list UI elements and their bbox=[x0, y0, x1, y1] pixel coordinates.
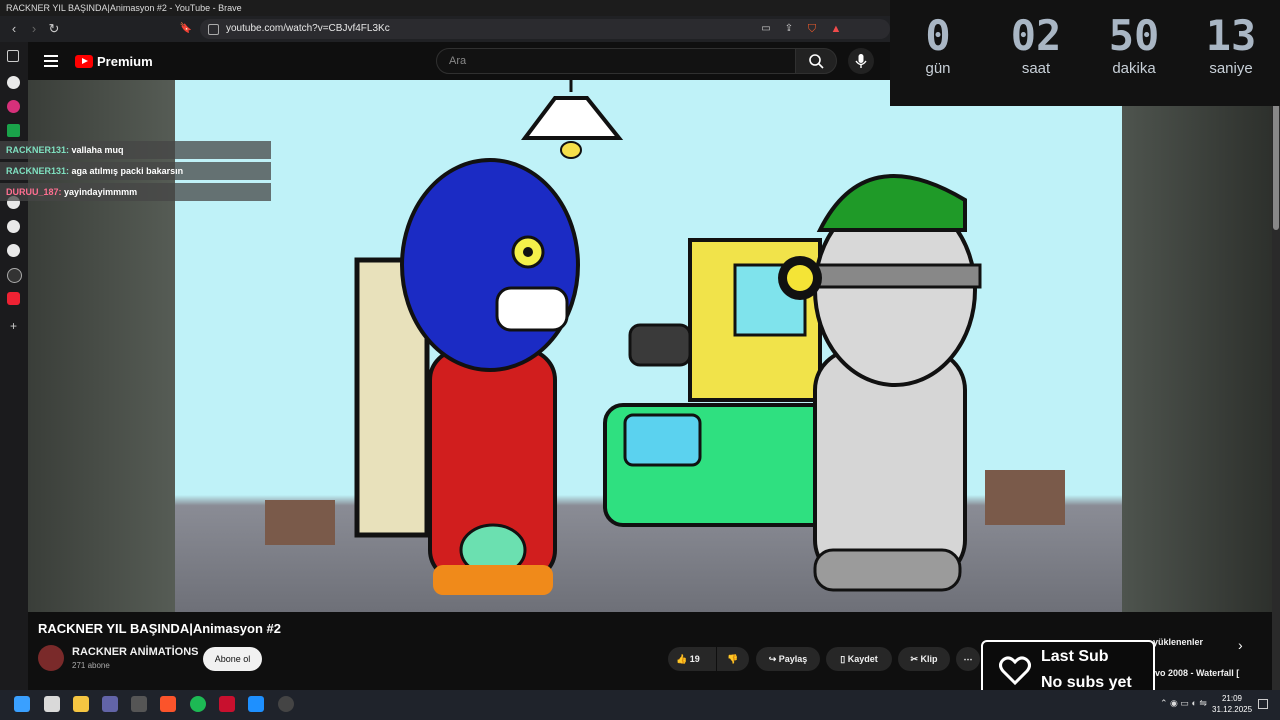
voice-search-button[interactable] bbox=[848, 48, 874, 74]
page-scrollbar[interactable] bbox=[1272, 80, 1280, 690]
chat-username: RACKNER131: bbox=[6, 145, 70, 155]
chat-username: DURUU_187: bbox=[6, 187, 62, 197]
chat-message: RACKNER131: vallaha muq bbox=[0, 141, 271, 159]
forward-icon[interactable]: › bbox=[25, 20, 43, 38]
mcafee-icon[interactable] bbox=[219, 696, 235, 712]
channel-avatar[interactable] bbox=[38, 645, 64, 671]
chat-message: RACKNER131: aga atılmış packi bakarsın bbox=[0, 162, 271, 180]
countdown-value: 02 bbox=[1010, 11, 1062, 60]
google-icon[interactable] bbox=[7, 244, 20, 257]
microphone-icon bbox=[855, 54, 867, 68]
bookmark-icon[interactable]: 🔖 bbox=[177, 20, 195, 38]
chat-text: vallaha muq bbox=[71, 145, 124, 155]
chat-text: yayindayimmmm bbox=[64, 187, 138, 197]
video-backdrop-right bbox=[1122, 80, 1272, 612]
sidebar-rail bbox=[0, 42, 28, 690]
countdown-value: 50 bbox=[1108, 11, 1160, 60]
brave-icon[interactable] bbox=[160, 696, 176, 712]
reload-icon[interactable]: ↻ bbox=[45, 20, 63, 38]
subscribe-button[interactable]: Abone ol bbox=[203, 647, 262, 671]
chatgpt-icon[interactable] bbox=[7, 268, 22, 283]
share-icon[interactable]: ⇪ bbox=[780, 20, 798, 38]
clip-button[interactable]: ✂ Klip bbox=[898, 647, 950, 671]
countdown-seconds: 13 saniye bbox=[1186, 12, 1276, 78]
clock[interactable]: 21:09 31.12.2025 bbox=[1212, 693, 1252, 715]
countdown-label: dakika bbox=[1112, 60, 1156, 77]
search-input[interactable]: Ara bbox=[436, 48, 796, 74]
subscriber-count: 271 abone bbox=[72, 661, 110, 670]
google-icon[interactable] bbox=[7, 76, 20, 89]
file-explorer-icon[interactable] bbox=[73, 696, 89, 712]
share-arrow-icon: ↪ bbox=[768, 654, 777, 664]
video-title: RACKNER YIL BAŞINDA|Animasyon #2 bbox=[38, 621, 281, 636]
install-icon[interactable]: ▭ bbox=[757, 20, 775, 38]
like-count: 19 bbox=[689, 654, 700, 664]
search-icon bbox=[809, 54, 824, 69]
clock-time: 21:09 bbox=[1221, 694, 1243, 703]
clock-date: 31.12.2025 bbox=[1212, 705, 1253, 714]
more-options-icon[interactable]: ⋯ bbox=[956, 647, 980, 671]
windows-start-icon[interactable] bbox=[14, 696, 30, 712]
countdown-hours: 02 saat bbox=[991, 12, 1081, 78]
last-sub-title: Last Sub bbox=[1041, 648, 1109, 665]
system-tray-icons[interactable]: ⌃ ◉ ▭ ◐ ⇋ bbox=[1160, 698, 1207, 709]
back-icon[interactable]: ‹ bbox=[5, 20, 23, 38]
countdown-label: saniye bbox=[1209, 60, 1253, 77]
countdown-minutes: 50 dakika bbox=[1089, 12, 1179, 78]
like-button[interactable]: 👍 19 bbox=[668, 647, 716, 671]
related-video-title[interactable]: vo 2008 - Waterfall [ bbox=[1155, 668, 1239, 678]
notification-icon[interactable] bbox=[1258, 699, 1268, 709]
task-view-icon[interactable] bbox=[44, 696, 60, 712]
app-icon[interactable] bbox=[131, 696, 147, 712]
menu-icon[interactable] bbox=[44, 55, 58, 67]
chevron-right-icon[interactable]: › bbox=[1238, 637, 1243, 653]
youtube-logo-icon[interactable] bbox=[75, 55, 93, 68]
chat-message: DURUU_187: yayindayimmmm bbox=[0, 183, 271, 201]
video-frame bbox=[265, 80, 1065, 595]
site-info-icon[interactable] bbox=[208, 24, 219, 35]
clip-label: Klip bbox=[920, 654, 938, 664]
countdown-value: 0 bbox=[925, 11, 951, 60]
bookmark-icon: ▯ bbox=[840, 654, 846, 664]
countdown-label: gün bbox=[925, 60, 951, 77]
thumbs-down-icon: 👎 bbox=[727, 654, 739, 664]
countdown-widget: 0 gün 02 saat 50 dakika 13 saniye bbox=[890, 0, 1280, 106]
brave-shield-icon[interactable]: ⛉ bbox=[803, 20, 821, 38]
countdown-value: 13 bbox=[1205, 11, 1257, 60]
thumbs-up-icon: 👍 bbox=[676, 654, 688, 664]
share-label: Paylaş bbox=[778, 654, 808, 664]
chat-username: RACKNER131: bbox=[6, 166, 70, 176]
youtube-icon[interactable] bbox=[7, 292, 20, 305]
heart-icon bbox=[999, 656, 1031, 686]
instagram-icon[interactable] bbox=[7, 100, 20, 113]
brave-rewards-icon[interactable]: ▲ bbox=[827, 20, 845, 38]
store-icon[interactable] bbox=[248, 696, 264, 712]
video-player[interactable] bbox=[175, 80, 1122, 612]
share-button[interactable]: ↪ Paylaş bbox=[756, 647, 820, 671]
channel-name[interactable]: RACKNER ANİMATİONS bbox=[72, 646, 199, 658]
video-backdrop-left bbox=[28, 80, 175, 612]
spotify-icon[interactable] bbox=[190, 696, 206, 712]
countdown-label: saat bbox=[1021, 60, 1051, 77]
chat-text: aga atılmış packi bakarsın bbox=[71, 166, 184, 176]
teams-icon[interactable] bbox=[102, 696, 118, 712]
obs-icon[interactable] bbox=[278, 696, 294, 712]
dislike-button[interactable]: 👎 bbox=[717, 647, 749, 671]
scissors-icon: ✂ bbox=[910, 654, 919, 664]
countdown-days: 0 gün bbox=[893, 12, 983, 78]
google-icon[interactable] bbox=[7, 220, 20, 233]
save-button[interactable]: ▯ Kaydet bbox=[826, 647, 892, 671]
add-icon[interactable]: + bbox=[7, 320, 20, 333]
kick-icon[interactable] bbox=[7, 124, 20, 137]
search-button[interactable] bbox=[795, 48, 837, 74]
save-label: Kaydet bbox=[847, 654, 878, 664]
sidebar-toggle-icon[interactable] bbox=[7, 50, 19, 62]
youtube-logo-text[interactable]: Premium bbox=[97, 54, 153, 69]
